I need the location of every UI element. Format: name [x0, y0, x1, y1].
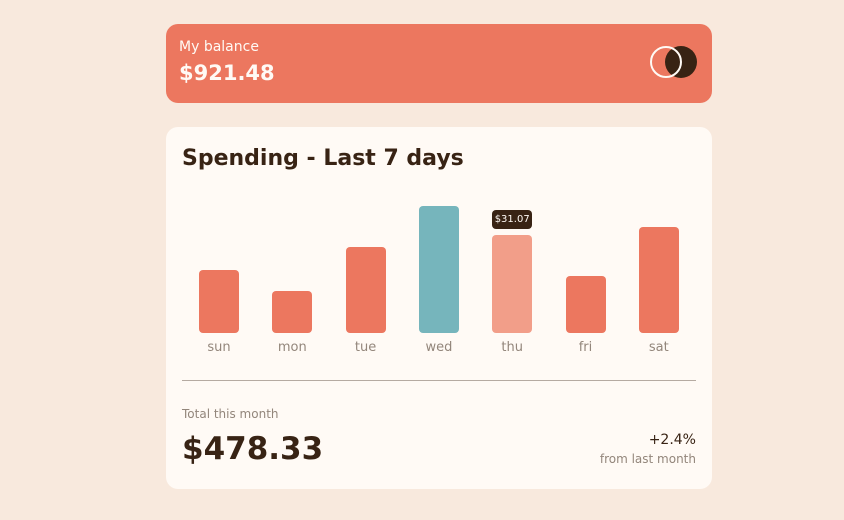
change-label: from last month	[599, 452, 696, 466]
day-label-wed: wed	[425, 340, 453, 355]
balance-card: My balance $921.48	[166, 24, 712, 103]
day-label-tue: tue	[354, 340, 377, 355]
bar-thu[interactable]	[492, 235, 533, 333]
brand-logo-icon	[650, 45, 700, 79]
bar-sun[interactable]	[199, 269, 239, 333]
divider	[182, 380, 696, 381]
day-label-sun: sun	[207, 340, 231, 355]
spending-bar-chart: sun mon tue wed thu $31.07 fri sat	[166, 127, 712, 367]
total-amount: $478.33	[182, 431, 324, 467]
day-label-sat: sat	[648, 340, 669, 355]
day-label-fri: fri	[578, 340, 593, 355]
bar-wed[interactable]	[418, 206, 459, 333]
logo-outline-circle	[650, 46, 682, 78]
total-label: Total this month	[182, 407, 279, 421]
bar-fri[interactable]	[565, 275, 606, 333]
bar-sat[interactable]	[638, 227, 679, 333]
bar-mon[interactable]	[272, 290, 313, 333]
balance-label: My balance	[179, 39, 259, 55]
day-label-mon: mon	[277, 340, 307, 355]
change-percent: +2.4%	[648, 432, 696, 448]
spending-card: Spending - Last 7 days sun mon tue wed thu $3…	[166, 127, 712, 489]
day-label-thu: thu	[501, 340, 523, 355]
bar-tue[interactable]	[345, 247, 386, 333]
bar-tooltip: $31.07	[492, 210, 533, 230]
balance-amount: $921.48	[179, 61, 275, 85]
